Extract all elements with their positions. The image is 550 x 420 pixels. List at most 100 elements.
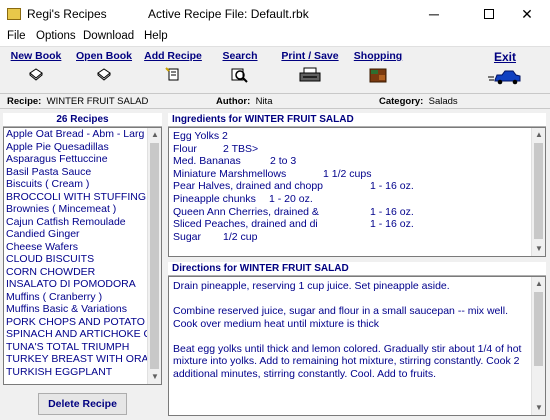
ingredient-row: Sugar 1/2 cup xyxy=(173,231,528,244)
recipe-list-item[interactable]: Brownies ( Mincemeat ) xyxy=(4,203,149,216)
recipe-list-item[interactable]: Asparagus Fettuccine xyxy=(4,153,149,166)
menu-help[interactable]: Help xyxy=(144,30,168,42)
add-recipe-icon xyxy=(165,67,179,81)
app-title: Regi's Recipes xyxy=(27,7,107,21)
directions-paragraph: Drain pineapple, reserving 1 cup juice. … xyxy=(173,280,450,292)
title-bar: Regi's Recipes Active Recipe File: Defau… xyxy=(0,0,550,28)
recipe-list-item[interactable]: Candied Ginger xyxy=(4,228,149,241)
open-book-icon xyxy=(97,68,111,81)
recipe-list-item[interactable]: Cheese Wafers xyxy=(4,241,149,254)
scroll-up-arrow-icon[interactable]: ▲ xyxy=(148,128,161,142)
recipe-list-item[interactable]: Muffins ( Cranberry ) xyxy=(4,291,149,304)
open-book-label: Open Book xyxy=(76,50,133,62)
directions-text: Drain pineapple, reserving 1 cup juice. … xyxy=(173,280,528,393)
search-label: Search xyxy=(222,50,258,62)
exit-button[interactable]: Exit xyxy=(480,50,530,88)
scroll-down-arrow-icon[interactable]: ▼ xyxy=(532,401,545,415)
directions-paragraph: Combine reserved juice, sugar and flour … xyxy=(173,305,508,330)
add-recipe-button[interactable]: Add Recipe xyxy=(144,50,202,84)
add-recipe-label: Add Recipe xyxy=(144,50,202,62)
recipe-list-scrollbar[interactable]: ▲ ▼ xyxy=(147,128,161,384)
scroll-up-arrow-icon[interactable]: ▲ xyxy=(532,128,545,142)
close-button[interactable]: ✕ xyxy=(504,0,550,28)
author-label: Author: xyxy=(216,96,251,107)
printer-icon xyxy=(299,67,321,82)
author-info: Author: Nita xyxy=(216,96,272,107)
menu-options[interactable]: Options xyxy=(36,30,76,42)
ingredients-list: Egg Yolks 2 Flour 2 TBS> Med. Bananas 2 to 3… xyxy=(173,130,528,243)
exit-label: Exit xyxy=(493,50,516,64)
menu-bar: File Options Download Help xyxy=(0,28,550,46)
recipe-list-item[interactable]: BROCCOLI WITH STUFFING xyxy=(4,191,149,204)
print-save-label: Print / Save xyxy=(281,50,339,62)
new-book-label: New Book xyxy=(10,50,62,62)
recipe-list-item[interactable]: CORN CHOWDER xyxy=(4,266,149,279)
recipe-list-item[interactable]: Biscuits ( Cream ) xyxy=(4,178,149,191)
shopping-icon xyxy=(369,68,387,83)
ingredient-amount: 2 TBS> xyxy=(223,142,259,155)
ingredient-row: Pineapple chunks 1 - 20 oz. xyxy=(173,193,528,206)
recipe-list[interactable]: Apple Oat Bread - Abm - Larg Apple Pie Qu… xyxy=(3,127,162,385)
directions-header: Directions for WINTER FRUIT SALAD xyxy=(168,262,546,276)
recipe-info-bar: Recipe: WINTER FRUIT SALAD Author: Nita … xyxy=(0,93,550,109)
ingredient-amount: 1 1/2 cups xyxy=(323,167,372,180)
scroll-thumb[interactable] xyxy=(534,292,543,366)
recipe-list-item[interactable]: Cajun Catfish Remoulade xyxy=(4,216,149,229)
menu-download[interactable]: Download xyxy=(83,30,134,42)
ingredient-row: Queen Ann Cherries, drained & 1 - 16 oz. xyxy=(173,206,528,219)
ingredients-scrollbar[interactable]: ▲ ▼ xyxy=(531,128,545,256)
search-icon xyxy=(231,68,248,83)
scroll-up-arrow-icon[interactable]: ▲ xyxy=(532,277,545,291)
ingredients-box[interactable]: Egg Yolks 2 Flour 2 TBS> Med. Bananas 2 to 3… xyxy=(168,127,546,257)
recipe-list-item[interactable]: CLOUD BISCUITS xyxy=(4,253,149,266)
print-save-button[interactable]: Print / Save xyxy=(280,50,340,86)
minimize-button[interactable]: ─ xyxy=(411,0,457,28)
ingredient-row: Egg Yolks 2 xyxy=(173,130,528,143)
recipe-list-item[interactable]: SPINACH AND ARTICHOKE C xyxy=(4,328,149,341)
maximize-icon xyxy=(484,9,494,19)
app-icon xyxy=(7,8,21,20)
delete-recipe-button[interactable]: Delete Recipe xyxy=(38,393,127,415)
scroll-thumb[interactable] xyxy=(150,143,159,369)
ingredient-amount: 1/2 cup xyxy=(223,230,258,243)
scroll-down-arrow-icon[interactable]: ▼ xyxy=(532,242,545,256)
recipe-label: Recipe: xyxy=(7,96,42,107)
shopping-label: Shopping xyxy=(353,50,403,62)
recipe-list-item[interactable]: INSALATO DI POMODORA xyxy=(4,278,149,291)
category-label: Category: xyxy=(379,96,424,107)
new-book-button[interactable]: New Book xyxy=(10,50,62,84)
category-info: Category: Salads xyxy=(379,96,458,107)
scroll-thumb[interactable] xyxy=(534,143,543,239)
recipe-list-item[interactable]: Apple Oat Bread - Abm - Larg xyxy=(4,128,149,141)
ingredient-name: Egg Yolks 2 xyxy=(173,130,228,142)
menu-file[interactable]: File xyxy=(7,30,26,42)
recipe-items: Apple Oat Bread - Abm - Larg Apple Pie Qu… xyxy=(4,128,161,378)
recipe-list-item[interactable]: Basil Pasta Sauce xyxy=(4,166,149,179)
toolbar: New Book Open Book Add Recipe Search Pri… xyxy=(0,46,550,92)
ingredient-name: Flour xyxy=(173,142,197,155)
ingredient-row: Med. Bananas 2 to 3 xyxy=(173,155,528,168)
ingredient-unit: 1 - 16 oz. xyxy=(370,205,414,218)
ingredient-name: Miniature Marshmellows xyxy=(173,167,287,180)
scroll-down-arrow-icon[interactable]: ▼ xyxy=(148,370,161,384)
recipe-count-header: 26 Recipes xyxy=(3,113,162,127)
recipe-list-item[interactable]: Muffins Basic & Variations xyxy=(4,303,149,316)
category-name: Salads xyxy=(428,96,458,107)
shopping-button[interactable]: Shopping xyxy=(352,50,404,86)
recipe-list-item[interactable]: TURKISH EGGPLANT xyxy=(4,366,149,379)
ingredient-row: Pear Halves, drained and chopp 1 - 16 oz. xyxy=(173,180,528,193)
recipe-list-item[interactable]: TUNA'S TOTAL TRIUMPH xyxy=(4,341,149,354)
ingredient-row: Sliced Peaches, drained and di 1 - 16 oz. xyxy=(173,218,528,231)
search-button[interactable]: Search xyxy=(219,50,261,86)
recipe-list-item[interactable]: Apple Pie Quesadillas xyxy=(4,141,149,154)
book-icon xyxy=(29,68,43,81)
directions-box[interactable]: Drain pineapple, reserving 1 cup juice. … xyxy=(168,276,546,416)
ingredient-unit: 1 - 16 oz. xyxy=(370,180,414,193)
directions-scrollbar[interactable]: ▲ ▼ xyxy=(531,277,545,415)
recipe-list-item[interactable]: TURKEY BREAST WITH ORA xyxy=(4,353,149,366)
open-book-button[interactable]: Open Book xyxy=(76,50,132,84)
directions-paragraph: Beat egg yolks until thick and lemon col… xyxy=(173,342,522,380)
ingredient-amount: 1 - 20 oz. xyxy=(269,192,313,205)
recipe-list-item[interactable]: PORK CHOPS AND POTATO xyxy=(4,316,149,329)
car-icon xyxy=(488,70,521,85)
